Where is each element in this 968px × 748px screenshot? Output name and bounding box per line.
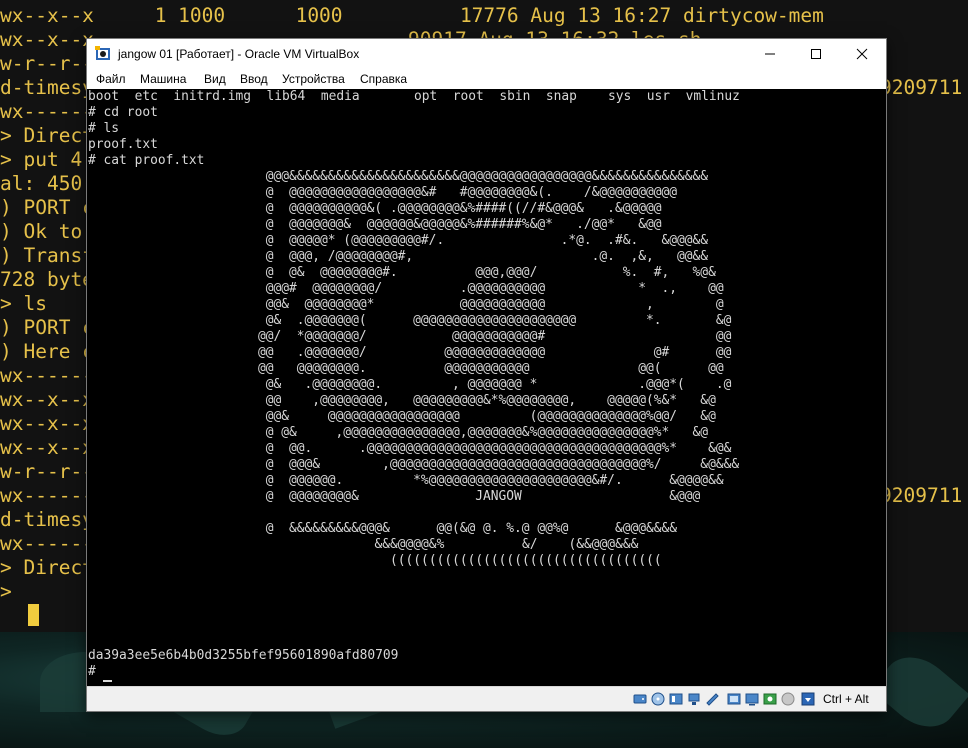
vm-display[interactable]: boot etc initrd.img lib64 media opt root… [87,89,886,686]
ascii-art-line: @ @@@@@@@@& JANGOW &@@@ [265,489,701,504]
ascii-art-line: @ @@@@@* (@@@@@@@@@#/. .*@. .#&. &@@@&& [265,233,709,248]
background-line-text: > [0,580,24,603]
ascii-art-line: @ @@@@@@@@@@@@@@@@@&# #@@@@@@@@&(. /&@@@… [265,185,678,200]
menu-input[interactable]: Ввод [240,72,268,86]
maximize-icon [811,49,821,59]
ascii-art-line: &&&@@@@&% &/ (&&@@@&&& [374,537,639,552]
ascii-art-line: @ @& @@@@@@@@#. @@@,@@@/ %. #, %@& [265,265,716,280]
background-line-text: > ls [0,292,47,315]
video-capture-icon[interactable] [763,692,777,706]
background-line-text: ) PORT c [0,316,94,339]
close-icon [856,48,868,60]
minimize-icon [765,53,775,55]
menu-help[interactable]: Справка [360,72,407,86]
shared-folders-icon[interactable] [727,692,741,706]
background-terminal-line: wx--x--x 1 1000 1000 17776 Aug 13 16:27 … [0,4,968,28]
recording-icon[interactable] [781,692,795,706]
maximize-button[interactable] [793,39,839,69]
ascii-art-line: @ @@@& ,@@@@@@@@@@@@@@@@@@@@@@@@@@@@@@@@… [265,457,740,472]
ascii-art-line: @ @@@, /@@@@@@@@#, .@. ,&, @@&& [265,249,709,264]
console-line: boot etc initrd.img lib64 media opt root… [88,89,740,104]
virtualbox-app-icon [95,46,110,60]
ascii-art-line: @& .@@@@@@@@. , @@@@@@@ * .@@@*( .@ [265,377,732,392]
background-line-text: wx--x--x [0,4,94,27]
background-line-columns: 1 1000 1000 17776 Aug 13 16:27 dirtycow-… [96,4,824,27]
host-key-arrow-icon[interactable] [801,692,815,706]
audio-icon[interactable] [669,692,683,706]
hdd-icon[interactable] [633,692,647,706]
background-line-right: 9209711 [880,76,963,99]
background-line-text: ) Transf [0,244,94,267]
optical-drive-icon[interactable] [651,692,665,706]
background-terminal-cursor [28,604,39,626]
minimize-button[interactable] [747,39,793,69]
menu-bar: Файл Машина Вид Ввод Устройства Справка [87,69,886,89]
ascii-art-line: @& .@@@@@@@( @@@@@@@@@@@@@@@@@@@@@ *. &@ [265,313,732,328]
virtualbox-window: jangow 01 [Работает] - Oracle VM Virtual… [86,38,887,712]
background-line-text: > Direct [0,124,94,147]
background-line-text: > Direct [0,556,94,579]
menu-file[interactable]: Файл [96,72,126,86]
ascii-art-line: @@& @@@@@@@@* @@@@@@@@@@@ , @ [265,297,724,312]
ascii-art-line: @ @& ,@@@@@@@@@@@@@@@,@@@@@@@&%@@@@@@@@@… [265,425,709,440]
proof-hash: da39a3ee5e6b4b0d3255bfef95601890afd80709 [88,648,399,663]
title-bar[interactable]: jangow 01 [Работает] - Oracle VM Virtual… [87,39,886,69]
window-title: jangow 01 [Работает] - Oracle VM Virtual… [118,47,360,61]
ascii-art-line: @@@&&&&&&&&&&&&&&&&&&&&&&@@@@@@@@@@@@@@@… [265,169,709,184]
display-icon[interactable] [745,692,759,706]
console-cursor [103,680,112,682]
host-key-label: Ctrl + Alt [823,692,869,706]
background-line-text: wx------ [0,484,94,507]
background-line-text: d-timesy [0,508,94,531]
background-line-text: wx--x--x [0,436,94,459]
background-line-text: ) Here c [0,340,94,363]
ascii-art-line: @ @@@@@@@@@@&( .@@@@@@@@&%####((//#&@@@&… [265,201,662,216]
ascii-art-line: @@& @@@@@@@@@@@@@@@@@ (@@@@@@@@@@@@@@%@@… [265,409,716,424]
ascii-art-line: @ @@@@@@@& @@@@@@&@@@@@&%######%&@* ./@@… [265,217,662,232]
background-line-text: 728 byte [0,268,94,291]
status-bar: Ctrl + Alt [87,686,886,711]
console-line: # cat proof.txt [88,153,205,168]
menu-view[interactable]: Вид [204,72,226,86]
console-line: # ls [88,121,120,136]
ascii-art-line: @@ .@@@@@@@/ @@@@@@@@@@@@@ @# @@ [257,345,732,360]
menu-devices[interactable]: Устройства [282,72,345,86]
console-line: proof.txt [88,137,158,152]
background-line-right: 9209711 [880,484,963,507]
background-line-text: wx--x--x [0,412,94,435]
usb-icon[interactable] [705,692,719,706]
background-line-text: wx------ [0,100,94,123]
background-line-text: wx------ [0,364,94,387]
background-line-text: wx--x--x [0,388,94,411]
ascii-art-line: @@/ *@@@@@@@/ @@@@@@@@@@@# @@ [257,329,732,344]
background-line-text: > put 4 [0,148,83,171]
network-icon[interactable] [687,692,701,706]
background-line-text: d-timesy [0,76,94,99]
ascii-art-line: @@ ,@@@@@@@@, @@@@@@@@@&*%@@@@@@@@, @@@@… [265,393,716,408]
menu-machine[interactable]: Машина [140,72,186,86]
console-prompt: # [88,664,104,679]
ascii-art-line: @ @@@@@@. *%@@@@@@@@@@@@@@@@@@@@@&#/. &@… [265,473,724,488]
ascii-art-line: @@@# @@@@@@@@/ .@@@@@@@@@@ * ., @@ [265,281,724,296]
background-line-text: ) PORT c [0,196,94,219]
background-line-text: wx------ [0,532,94,555]
background-line-text: ) Ok to [0,220,83,243]
ascii-art-line: @@ @@@@@@@@. @@@@@@@@@@@ @@( @@ [257,361,724,376]
console-line: # cd root [88,105,158,120]
close-button[interactable] [839,39,885,69]
background-line-text: w-r--r-- [0,460,94,483]
ascii-art-line: @ @@. .@@@@@@@@@@@@@@@@@@@@@@@@@@@@@@@@@… [265,441,732,456]
ascii-art-line: @ &&&&&&&&&@@@& @@(&@ @. %.@ @@%@ &@@@&&… [265,521,678,536]
background-line-text: al: 450 [0,172,83,195]
ascii-art-line: ((((((((((((((((((((((((((((((((((( [390,553,662,568]
background-line-text: w-r--r-- [0,52,94,75]
